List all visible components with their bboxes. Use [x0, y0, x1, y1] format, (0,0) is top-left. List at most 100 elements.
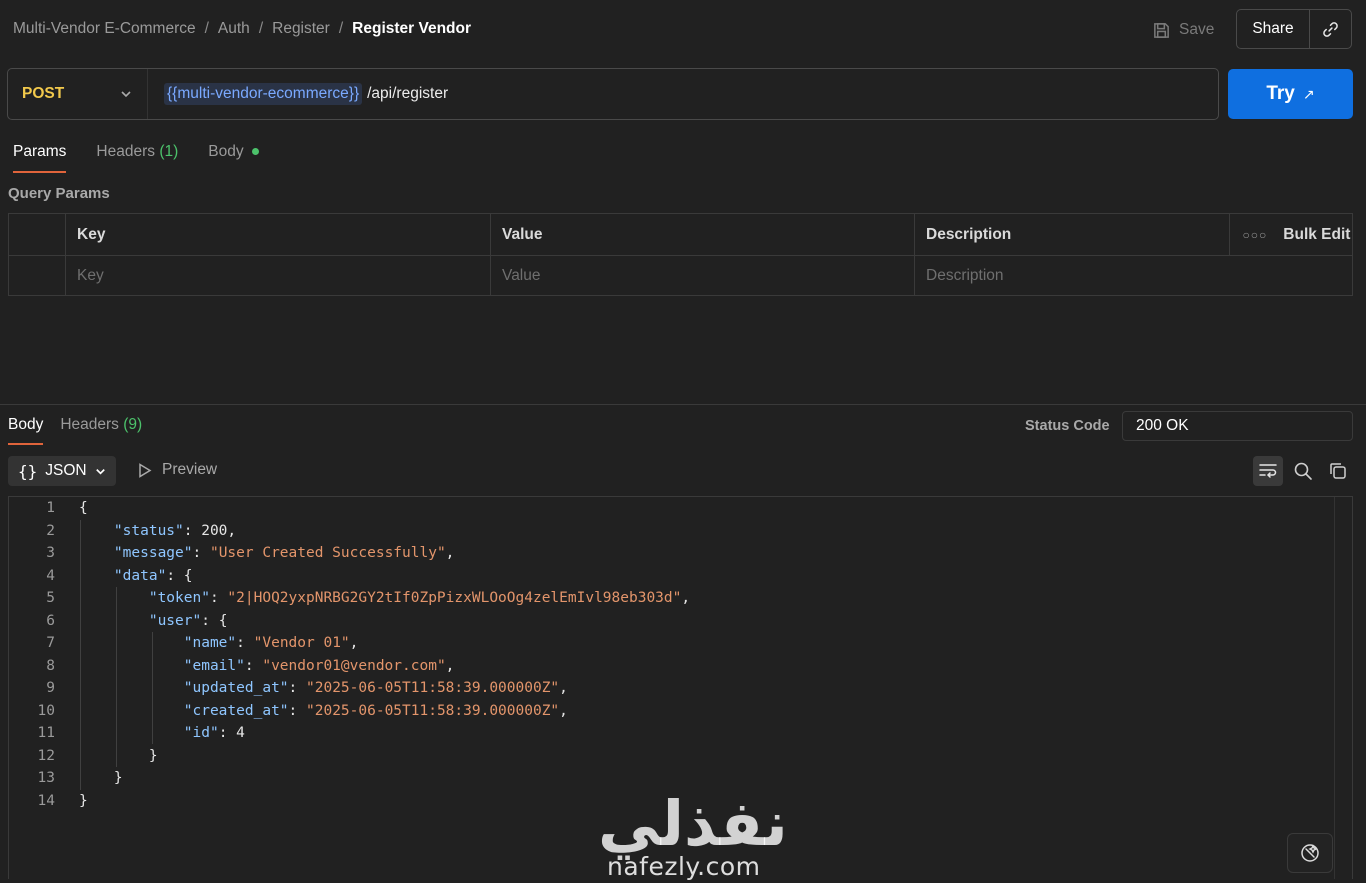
line-number: 5 — [46, 590, 55, 606]
line-number: 1 — [46, 500, 55, 516]
tab-headers-label: Headers — [96, 143, 155, 160]
method-label: POST — [22, 85, 65, 102]
code-text: { — [79, 500, 88, 516]
code-text: "id": 4 — [183, 725, 245, 741]
format-label: JSON — [45, 462, 87, 479]
chevron-down-icon — [95, 468, 105, 475]
headers-count-badge: (1) — [159, 143, 179, 160]
response-tab-body-label: Body — [8, 416, 44, 433]
code-text: "data": { — [113, 567, 193, 584]
breadcrumb-current-request[interactable]: Register Vendor — [352, 20, 471, 38]
bulk-edit-label: Bulk Edit — [1283, 225, 1351, 243]
code-text: "message": "User Created Successfully", — [113, 545, 455, 561]
chevron-down-icon — [121, 91, 131, 98]
breadcrumb-collection[interactable]: Multi-Vendor E-Commerce — [13, 20, 196, 38]
code-text: "status": 200, — [113, 522, 237, 539]
tab-params-label: Params — [13, 143, 67, 160]
wrap-lines-icon — [1259, 464, 1277, 478]
table-row: Key Value Description — [9, 255, 1352, 296]
floppy-disk-icon — [1154, 22, 1169, 38]
pane-splitter[interactable] — [0, 404, 1366, 405]
url-environment-variable[interactable]: {{multi-vendor-ecommerce}} — [164, 83, 363, 105]
play-icon — [139, 462, 152, 478]
code-text: "email": "vendor01@vendor.com", — [183, 657, 455, 674]
code-text: "name": "Vendor 01", — [183, 635, 359, 651]
link-icon — [1323, 21, 1338, 37]
breadcrumb-separator: / — [338, 20, 344, 37]
tab-body[interactable]: Body — [208, 143, 259, 173]
response-tab-headers-label: Headers — [60, 416, 119, 433]
tab-params[interactable]: Params — [13, 143, 67, 173]
line-number: 2 — [46, 522, 55, 539]
save-label: Save — [1179, 21, 1215, 38]
body-indicator-dot — [251, 148, 259, 156]
breadcrumb: Multi-Vendor E-Commerce / Auth / Registe… — [13, 20, 471, 38]
copy-icon[interactable] — [1328, 461, 1348, 481]
response-headers-count-badge: (9) — [123, 416, 143, 433]
query-params-table: Key Value Description ○○○ Bulk Edit Key … — [8, 213, 1353, 296]
status-code-label: Status Code — [1025, 418, 1110, 434]
line-number: 10 — [37, 702, 55, 719]
format-select[interactable]: {} JSON — [8, 456, 116, 486]
line-number: 13 — [37, 770, 55, 786]
line-number: 7 — [46, 635, 55, 651]
code-text: "user": { — [148, 612, 228, 629]
code-text: } — [79, 747, 158, 764]
tab-body-label: Body — [208, 143, 244, 160]
wrap-lines-button[interactable] — [1253, 456, 1283, 486]
code-scrollbar[interactable] — [1334, 497, 1353, 879]
checkbox-column-header — [9, 214, 66, 255]
code-text: "updated_at": "2025-06-05T11:58:39.00000… — [183, 680, 568, 696]
search-icon[interactable] — [1293, 461, 1313, 481]
url-input[interactable]: {{multi-vendor-ecommerce}} /api/register — [164, 83, 448, 105]
column-header-description: Description — [915, 214, 1230, 255]
more-options-icon: ○○○ — [1242, 227, 1268, 242]
preview-button[interactable]: Preview — [138, 461, 217, 479]
key-input[interactable]: Key — [66, 256, 491, 296]
code-text: "created_at": "2025-06-05T11:58:39.00000… — [183, 702, 568, 719]
try-button[interactable]: Try ↗ — [1228, 69, 1353, 119]
line-number: 8 — [46, 657, 55, 674]
sparkle-search-icon — [1301, 844, 1319, 862]
preview-label: Preview — [162, 461, 218, 478]
line-number: 9 — [46, 680, 55, 696]
line-number: 3 — [46, 545, 55, 561]
watermark-arabic-logo: نفذلي — [598, 787, 790, 860]
share-button[interactable]: Share — [1237, 10, 1310, 48]
description-input[interactable]: Description — [915, 256, 1352, 296]
response-tab-body[interactable]: Body — [8, 416, 44, 445]
line-number: 12 — [37, 747, 55, 764]
arrow-up-right-icon: ↗ — [1302, 85, 1315, 102]
column-header-key: Key — [66, 214, 491, 255]
query-params-title: Query Params — [8, 185, 110, 202]
tab-headers[interactable]: Headers (1) — [96, 143, 178, 173]
share-group: Share — [1236, 9, 1352, 49]
line-number: 11 — [37, 725, 55, 741]
row-checkbox-cell — [9, 256, 66, 296]
code-text: } — [79, 770, 123, 786]
value-input[interactable]: Value — [491, 256, 915, 296]
breadcrumb-folder-register[interactable]: Register — [272, 20, 330, 38]
breadcrumb-separator: / — [258, 20, 264, 37]
table-header-row: Key Value Description ○○○ Bulk Edit — [9, 214, 1352, 255]
try-label: Try — [1266, 83, 1295, 104]
bulk-edit-button[interactable]: ○○○ Bulk Edit — [1230, 214, 1352, 255]
url-bar: POST {{multi-vendor-ecommerce}} /api/reg… — [7, 68, 1219, 120]
breadcrumb-folder-auth[interactable]: Auth — [218, 20, 250, 38]
save-button[interactable]: Save — [1152, 18, 1214, 42]
copy-link-button[interactable] — [1310, 10, 1351, 48]
braces-icon: {} — [18, 461, 38, 481]
assistant-button[interactable] — [1287, 833, 1333, 873]
response-tab-headers[interactable]: Headers (9) — [60, 416, 142, 445]
column-header-value: Value — [491, 214, 915, 255]
breadcrumb-separator: / — [204, 20, 209, 37]
status-code-value: 200 OK — [1122, 411, 1353, 441]
line-number: 6 — [46, 612, 55, 629]
line-number: 4 — [46, 567, 55, 584]
code-text: "token": "2|HOQ2yxpNRBG2GY2tIf0ZpPizxWLO… — [148, 590, 691, 606]
response-tabs: Body Headers (9) — [8, 416, 159, 445]
top-bar: Multi-Vendor E-Commerce / Auth / Registe… — [0, 0, 1366, 60]
method-select[interactable]: POST — [8, 69, 148, 119]
line-number: 14 — [37, 792, 55, 809]
url-path: /api/register — [367, 85, 449, 102]
